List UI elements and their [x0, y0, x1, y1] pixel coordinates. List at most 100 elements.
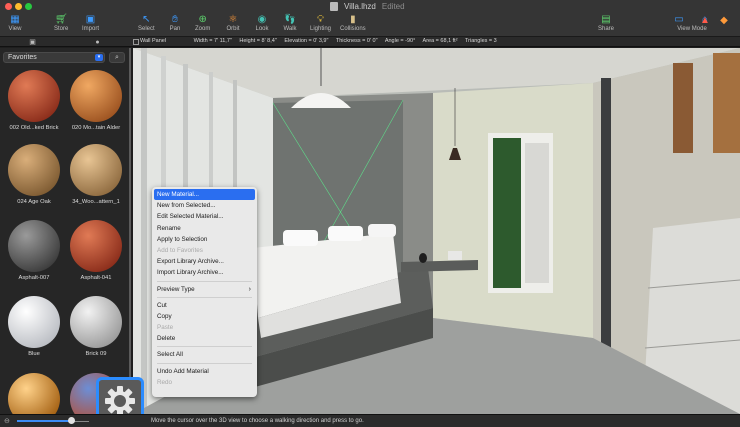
search-button[interactable]: ⌕	[109, 52, 125, 63]
material-label: Brick 09	[85, 351, 107, 357]
pillow	[328, 226, 363, 241]
pan-tool-button[interactable]: ✋︎ Pan	[168, 14, 182, 32]
material-swatch[interactable]: Asphalt-041	[65, 220, 127, 281]
zoom-window-button[interactable]	[25, 3, 32, 10]
zoom-label: Zoom	[195, 26, 211, 32]
import-icon: ▣	[85, 14, 96, 25]
material-preview	[8, 144, 60, 196]
context-menu-item-label: Undo Add Material	[157, 367, 209, 375]
eye-icon: ◉	[257, 14, 267, 25]
material-preview	[8, 296, 60, 348]
context-menu-item-label: Delete	[157, 335, 176, 343]
pan-label: Pan	[169, 26, 181, 32]
context-menu-item-label: Add to Favorites	[157, 246, 203, 254]
magnifier-icon: ⊕	[198, 14, 207, 25]
document-name: Villa.lhzd	[344, 2, 376, 11]
material-label: 020 Mo...tain Alder	[71, 125, 121, 131]
context-menu-item[interactable]: Rename	[152, 223, 257, 234]
gear-icon	[105, 386, 135, 416]
collection-select[interactable]: Favorites ▾	[3, 52, 105, 63]
materials-icon: ●	[95, 38, 100, 46]
context-menu-item-label: Select All	[157, 351, 183, 359]
collisions-label: Collisions	[340, 26, 366, 32]
slider-fill	[17, 420, 71, 422]
context-menu-item[interactable]: Select All	[152, 349, 257, 360]
close-window-button[interactable]	[5, 3, 12, 10]
material-label: 002 Old...ked Brick	[9, 125, 59, 131]
material-preview	[70, 296, 122, 348]
chevron-right-icon: ›	[248, 285, 251, 293]
walk-label: Walk	[283, 26, 297, 32]
context-menu-item[interactable]: Apply to Selection	[152, 234, 257, 245]
context-menu-item-label: Preview Type	[157, 285, 195, 293]
select-label: Select	[138, 26, 155, 32]
context-menu-item-label: New from Selected...	[157, 202, 216, 210]
context-menu-item-label: Import Library Archive...	[157, 269, 224, 277]
plan-view-icon[interactable]: ▭	[672, 14, 686, 26]
material-label: 024 Age Oak	[17, 199, 51, 205]
material-label: Asphalt-041	[80, 275, 112, 281]
import-button[interactable]: ▣ Import	[82, 14, 99, 32]
slider-knob[interactable]	[68, 417, 75, 424]
tab-materials[interactable]: ●	[65, 37, 130, 47]
store-button[interactable]: 🛒︎ Store	[54, 14, 68, 32]
document-status: Edited	[381, 2, 405, 11]
context-menu: New Material... New from Selected... Edit …	[152, 187, 257, 397]
material-preview	[70, 220, 122, 272]
look-label: Look	[255, 26, 269, 32]
context-menu-item[interactable]: New Material...	[154, 189, 255, 201]
orbit-tool-button[interactable]: ⚛︎ Orbit	[226, 14, 240, 32]
3d-view-icon: ▲	[700, 15, 710, 26]
toolbar: ▦ View 🛒︎ Store ▣ Import ↖ Select ✋︎ Pan…	[0, 13, 740, 37]
walk-tool-button[interactable]: 👣︎ Walk	[283, 14, 297, 32]
context-menu-item[interactable]: Import Library Archive...	[152, 267, 257, 278]
share-button[interactable]: ▤ Share	[598, 14, 614, 32]
minimize-window-button[interactable]	[15, 3, 22, 10]
zoom-tool-button[interactable]: ⊕ Zoom	[195, 14, 210, 32]
info-bar: ▣ ● Wall Panel Width = 7' 11,7" Height =…	[0, 37, 740, 47]
wall-art	[673, 63, 693, 153]
garden-view	[493, 138, 521, 288]
pointer-icon: ↖	[142, 14, 151, 25]
context-menu-item[interactable]: New from Selected...	[152, 200, 257, 211]
share-label: Share	[598, 26, 615, 32]
context-menu-item[interactable]: Copy	[152, 311, 257, 322]
material-swatch[interactable]: 024 Age Oak	[3, 144, 65, 205]
tab-objects[interactable]: ▣	[0, 37, 65, 47]
material-preview	[70, 70, 122, 122]
context-menu-item[interactable]: Edit Selected Material...	[152, 211, 257, 222]
angle-value: Angle = -90°	[384, 38, 416, 44]
context-menu-item[interactable]: Preview Type ›	[152, 284, 257, 295]
context-menu-item: Redo	[152, 377, 257, 388]
material-swatch[interactable]: 002 Old...ked Brick	[3, 70, 65, 131]
lightbulb-icon: 💡︎	[317, 14, 325, 25]
view-button[interactable]: ▦ View	[8, 14, 22, 32]
material-swatch[interactable]: 020 Mo...tain Alder	[65, 70, 127, 131]
context-menu-item[interactable]: Undo Add Material	[152, 366, 257, 377]
material-swatch[interactable]: Blue	[3, 296, 65, 357]
render-view-button[interactable]: ◆	[717, 15, 731, 27]
material-swatch[interactable]: 34_Woo...attern_1	[65, 144, 127, 205]
context-menu-item[interactable]: Cut	[152, 300, 257, 311]
select-tool-button[interactable]: ↖ Select	[138, 14, 155, 32]
context-menu-item[interactable]: Export Library Archive...	[152, 256, 257, 267]
pillow	[283, 230, 318, 246]
material-swatch[interactable]: Asphalt-007	[3, 220, 65, 281]
store-label: Store	[54, 26, 69, 32]
context-menu-item-label: Edit Selected Material...	[157, 213, 224, 221]
context-menu-item[interactable]: Delete	[152, 333, 257, 344]
look-tool-button[interactable]: ◉ Look	[255, 14, 269, 32]
collisions-button[interactable]: ▮ Collisions	[340, 14, 366, 32]
selection-checkbox[interactable]	[133, 39, 139, 45]
context-menu-item-label: Redo	[157, 378, 173, 386]
lighting-button[interactable]: 💡︎ Lighting	[310, 14, 331, 32]
status-bar: ⊖ Move the cursor over the 3D view to ch…	[0, 414, 740, 427]
context-menu-item-label: Export Library Archive...	[157, 258, 224, 266]
3d-view-button[interactable]: ▲	[698, 15, 712, 27]
context-menu-item-label: Cut	[157, 301, 167, 309]
triangles-value: Triangles = 3	[464, 38, 497, 44]
pillow	[368, 224, 396, 237]
material-swatch[interactable]: Brick 09	[65, 296, 127, 357]
document-title[interactable]: Villa.lhzd Edited	[330, 2, 405, 11]
collisions-icon: ▮	[350, 14, 356, 25]
